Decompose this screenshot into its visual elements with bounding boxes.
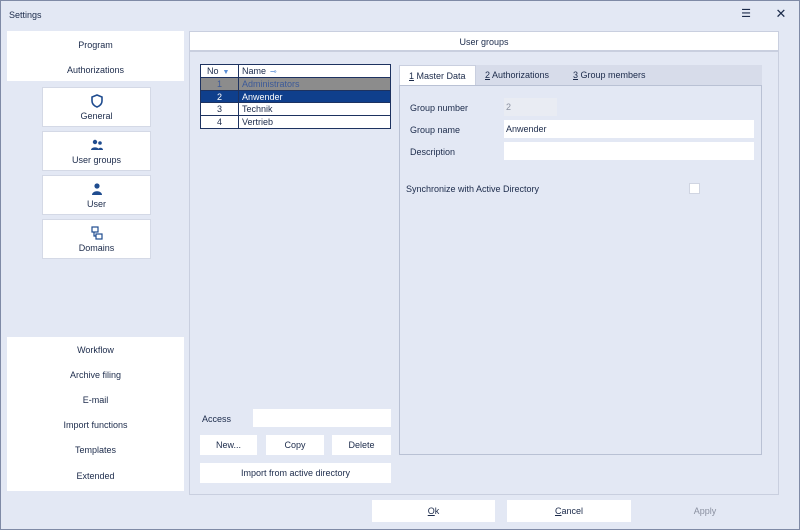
panel-header: User groups bbox=[190, 32, 778, 52]
sync-ad-checkbox[interactable] bbox=[689, 183, 700, 194]
tab-master-data[interactable]: 1 Master Data bbox=[399, 65, 476, 86]
window-title: Settings bbox=[9, 10, 42, 20]
cell-name: Vertrieb bbox=[242, 116, 274, 127]
nav-item-workflow[interactable]: Workflow bbox=[7, 339, 184, 361]
tab-bar: 1 Master Data 2 Authorizations 3 Group m… bbox=[399, 65, 762, 86]
column-header-no-label: No bbox=[207, 66, 219, 76]
group-number-label: Group number bbox=[410, 103, 469, 113]
nav-bottom-section: Workflow Archive filing E-mail Import fu… bbox=[7, 337, 184, 491]
sort-down-icon: ▼ bbox=[222, 69, 230, 76]
ok-label: k bbox=[434, 506, 440, 516]
domains-icon bbox=[90, 226, 103, 240]
nav-top-section: Program Authorizations bbox=[7, 31, 184, 81]
description-label: Description bbox=[410, 147, 456, 157]
tab-label: Authorizations bbox=[490, 70, 550, 80]
tile-general[interactable]: General bbox=[42, 87, 151, 127]
tab-label: Master Data bbox=[414, 71, 466, 81]
tile-user-groups[interactable]: User groups bbox=[42, 131, 151, 171]
tile-label: General bbox=[80, 111, 113, 121]
sync-ad-label: Synchronize with Active Directory bbox=[406, 184, 540, 194]
title-bar: Settings ☰ ✕ bbox=[1, 1, 799, 28]
users-icon bbox=[90, 139, 103, 150]
apply-button[interactable]: Apply bbox=[643, 500, 767, 522]
key-icon: ⊸ bbox=[270, 67, 277, 76]
copy-button[interactable]: Copy bbox=[266, 435, 324, 455]
access-label: Access bbox=[202, 414, 232, 424]
user-groups-panel: User groups No ▼ Name ⊸ 1 Administrators 2… bbox=[189, 31, 779, 495]
cell-name: Technik bbox=[242, 104, 273, 114]
maximize-icon[interactable]: ☰ bbox=[737, 6, 755, 22]
tab-authorizations[interactable]: 2 Authorizations bbox=[485, 65, 567, 85]
nav-item-email[interactable]: E-mail bbox=[7, 389, 184, 411]
user-groups-grid[interactable]: No ▼ Name ⊸ 1 Administrators 2 Anwender 3 … bbox=[200, 64, 391, 129]
nav-item-program[interactable]: Program bbox=[7, 34, 184, 56]
tile-label: User bbox=[86, 199, 106, 209]
grid-header: No ▼ Name ⊸ bbox=[201, 65, 390, 78]
tab-group-members[interactable]: 3 Group members bbox=[573, 65, 663, 85]
left-navigation: Program Authorizations General User grou… bbox=[7, 31, 184, 491]
cancel-button[interactable]: Cancel bbox=[507, 500, 631, 522]
nav-item-templates[interactable]: Templates bbox=[7, 439, 184, 461]
cell-no: 2 bbox=[201, 90, 239, 102]
group-number-field: 2 bbox=[504, 98, 557, 116]
cell-no: 1 bbox=[201, 78, 239, 90]
cell-no: 3 bbox=[201, 103, 239, 115]
tab-label: Group members bbox=[578, 70, 646, 80]
group-name-label: Group name bbox=[410, 125, 461, 135]
import-from-active-directory-button[interactable]: Import from active directory bbox=[200, 463, 391, 483]
tile-user[interactable]: User bbox=[42, 175, 151, 215]
master-data-panel: Group number 2 Group name Anwender Descr… bbox=[399, 85, 762, 455]
tile-label: User groups bbox=[71, 155, 122, 165]
table-row[interactable]: 2 Anwender bbox=[201, 90, 390, 103]
ok-button[interactable]: Ok bbox=[372, 500, 495, 522]
table-row[interactable]: 4 Vertrieb bbox=[201, 115, 390, 128]
authorizations-subpanel: General User groups User Domains bbox=[7, 83, 184, 335]
description-field[interactable] bbox=[504, 142, 754, 160]
shield-icon bbox=[90, 94, 103, 108]
nav-item-extended[interactable]: Extended bbox=[7, 465, 184, 487]
table-row[interactable]: 3 Technik bbox=[201, 103, 390, 116]
ok-hotkey: O bbox=[427, 506, 435, 516]
nav-item-authorizations[interactable]: Authorizations bbox=[7, 59, 184, 81]
settings-window: Settings ☰ ✕ Program Authorizations Gene… bbox=[0, 0, 800, 530]
user-icon bbox=[91, 183, 102, 195]
cell-no: 4 bbox=[201, 115, 239, 128]
cell-name: Administrators bbox=[242, 79, 300, 89]
cell-name: Anwender bbox=[242, 91, 283, 102]
tile-domains[interactable]: Domains bbox=[42, 219, 151, 259]
column-header-no[interactable]: No ▼ bbox=[201, 65, 239, 77]
table-row[interactable]: 1 Administrators bbox=[201, 78, 390, 91]
access-field[interactable] bbox=[253, 409, 391, 427]
column-header-name[interactable]: Name ⊸ bbox=[239, 65, 390, 77]
new-button[interactable]: New... bbox=[200, 435, 257, 455]
nav-item-import-functions[interactable]: Import functions bbox=[7, 414, 184, 436]
delete-button[interactable]: Delete bbox=[332, 435, 391, 455]
column-header-name-label: Name bbox=[242, 66, 267, 76]
cancel-label: ancel bbox=[561, 506, 583, 516]
nav-item-archive-filing[interactable]: Archive filing bbox=[7, 364, 184, 386]
group-name-field[interactable]: Anwender bbox=[504, 120, 754, 138]
close-icon[interactable]: ✕ bbox=[772, 6, 790, 22]
tile-label: Domains bbox=[78, 243, 115, 253]
